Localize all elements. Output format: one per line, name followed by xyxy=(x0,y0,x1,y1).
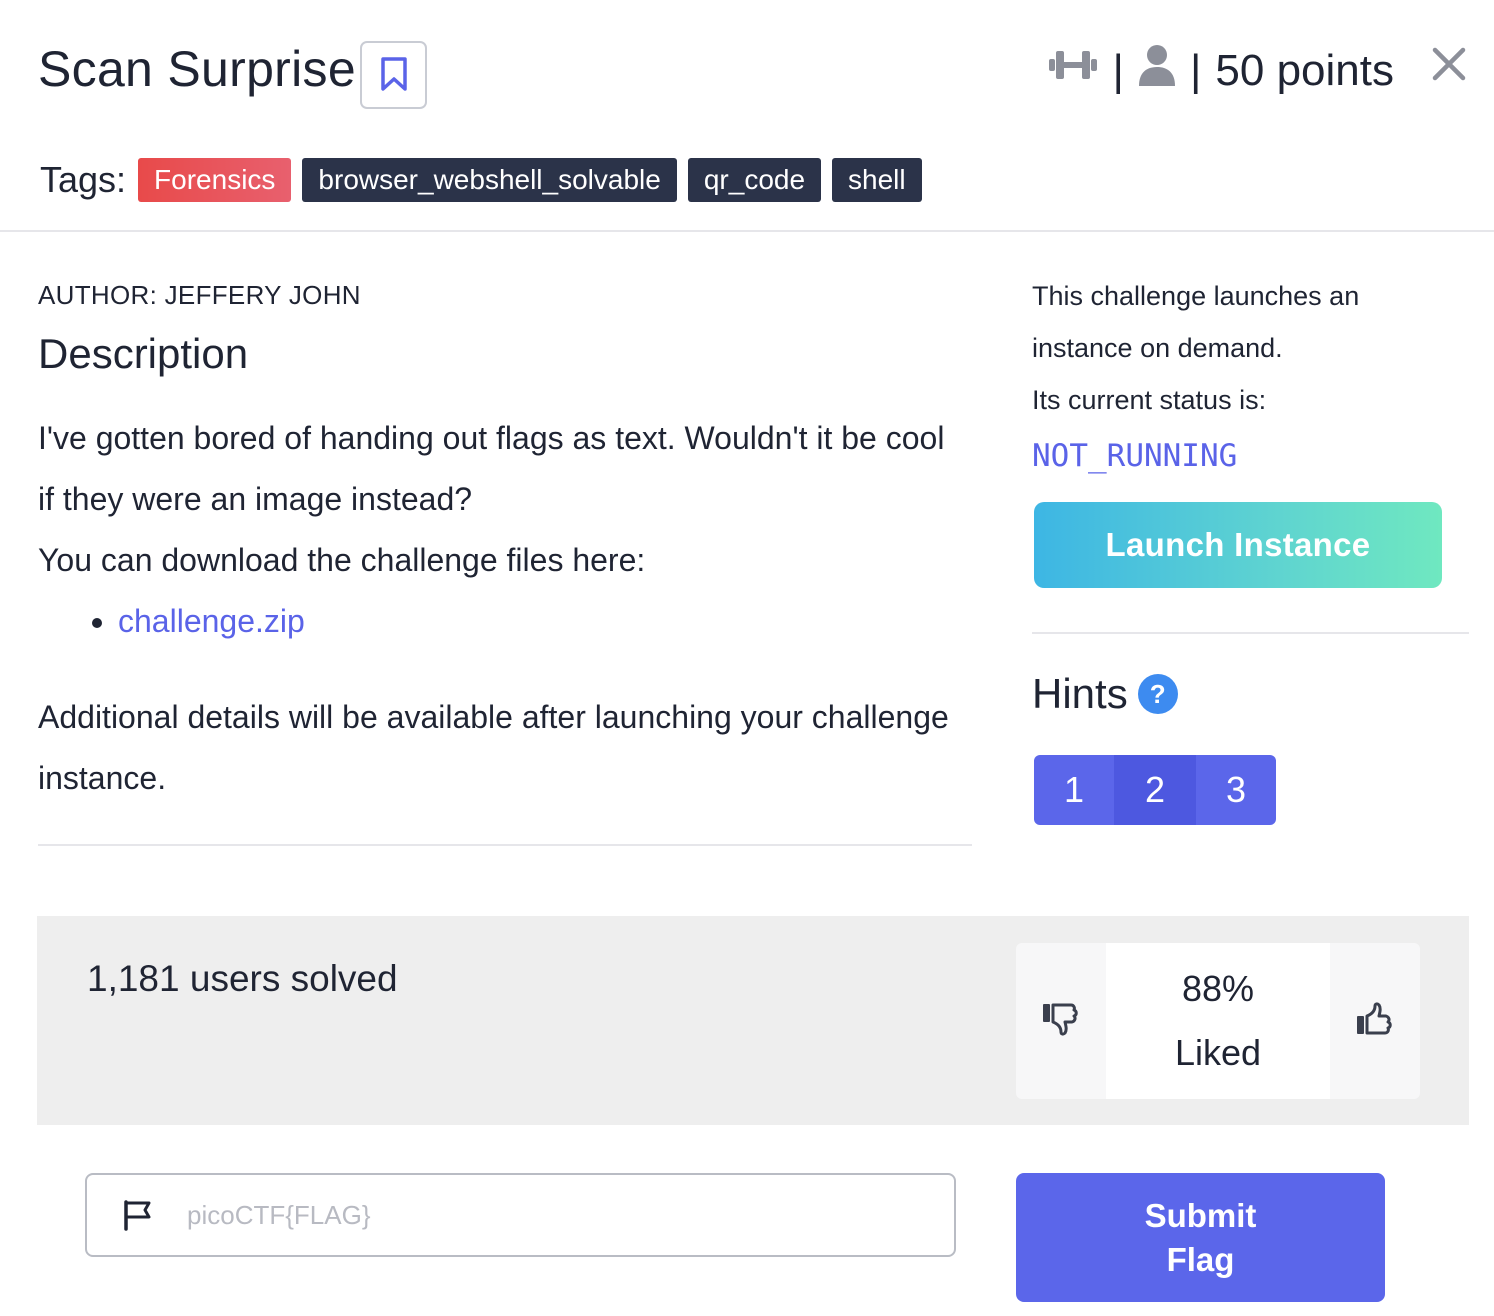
flag-input-wrapper xyxy=(85,1173,956,1257)
submit-label-line1: Submit xyxy=(1144,1196,1257,1234)
like-button[interactable] xyxy=(1330,943,1420,1099)
meta-separator: | xyxy=(1189,45,1202,95)
flag-icon xyxy=(121,1198,155,1232)
file-list: challenge.zip xyxy=(118,591,958,652)
liked-label: Liked xyxy=(1174,1032,1262,1073)
challenge-title: Scan Surprise xyxy=(38,41,356,97)
hints-heading: Hints ? xyxy=(1032,670,1178,718)
list-item: challenge.zip xyxy=(118,591,958,652)
solved-count: 1,181 users solved xyxy=(87,958,398,999)
description-paragraph: Additional details will be available aft… xyxy=(38,699,949,796)
tags-label: Tags: xyxy=(40,159,127,200)
close-icon xyxy=(1432,47,1466,84)
tags-row: Tags: Forensics browser_webshell_solvabl… xyxy=(40,158,933,202)
instance-description: This challenge launches an instance on d… xyxy=(1032,281,1360,363)
hints-title: Hints xyxy=(1032,670,1128,717)
user-icon xyxy=(1138,44,1176,97)
instance-info: This challenge launches an instance on d… xyxy=(1032,270,1452,482)
divider xyxy=(38,844,972,846)
rating-summary: 88% Liked xyxy=(1106,943,1330,1099)
thumbs-up-icon xyxy=(1355,1000,1395,1043)
description-body: I've gotten bored of handing out flags a… xyxy=(38,408,958,809)
help-icon[interactable]: ? xyxy=(1137,674,1178,714)
thumbs-down-icon xyxy=(1041,1000,1081,1043)
bookmark-button[interactable] xyxy=(360,41,427,109)
challenge-zip-link[interactable]: challenge.zip xyxy=(118,603,305,639)
bookmark-icon xyxy=(379,56,409,95)
challenge-header: Scan Surprise | | 50 points Tags: Forens… xyxy=(0,0,1494,232)
liked-percent: 88% xyxy=(1181,968,1255,1009)
stats-panel: 1,181 users solved 88% Liked xyxy=(37,916,1469,1125)
rating-widget: 88% Liked xyxy=(1016,943,1420,1099)
launch-instance-button[interactable]: Launch Instance xyxy=(1034,502,1442,588)
tag-forensics[interactable]: Forensics xyxy=(138,158,292,202)
points-label: 50 points xyxy=(1215,45,1394,95)
close-button[interactable] xyxy=(1430,46,1468,84)
description-heading: Description xyxy=(38,330,249,377)
divider xyxy=(1032,632,1469,634)
meta-separator: | xyxy=(1112,45,1124,95)
description-paragraph: You can download the challenge files her… xyxy=(38,542,646,578)
hints-button-group: 1 2 3 xyxy=(1034,755,1276,825)
hint-button-1[interactable]: 1 xyxy=(1034,755,1114,825)
instance-status-value: NOT_RUNNING xyxy=(1032,438,1238,474)
hint-button-2[interactable]: 2 xyxy=(1114,755,1196,825)
dislike-button[interactable] xyxy=(1016,943,1106,1099)
tag-browser-webshell-solvable[interactable]: browser_webshell_solvable xyxy=(302,158,677,202)
submit-label-line2: Flag xyxy=(1166,1240,1235,1278)
submit-flag-button[interactable]: Submit Flag xyxy=(1016,1173,1385,1302)
hint-button-3[interactable]: 3 xyxy=(1196,755,1276,825)
instance-status-label: Its current status is: xyxy=(1032,385,1267,415)
tag-shell[interactable]: shell xyxy=(832,158,922,202)
tag-qr-code[interactable]: qr_code xyxy=(687,158,822,202)
flag-input[interactable] xyxy=(187,1199,887,1231)
author-label: AUTHOR: JEFFERY JOHN xyxy=(38,280,361,310)
difficulty-dumbbell-icon xyxy=(1047,45,1099,96)
challenge-meta: | | 50 points xyxy=(1047,44,1394,97)
description-paragraph: I've gotten bored of handing out flags a… xyxy=(38,420,945,517)
